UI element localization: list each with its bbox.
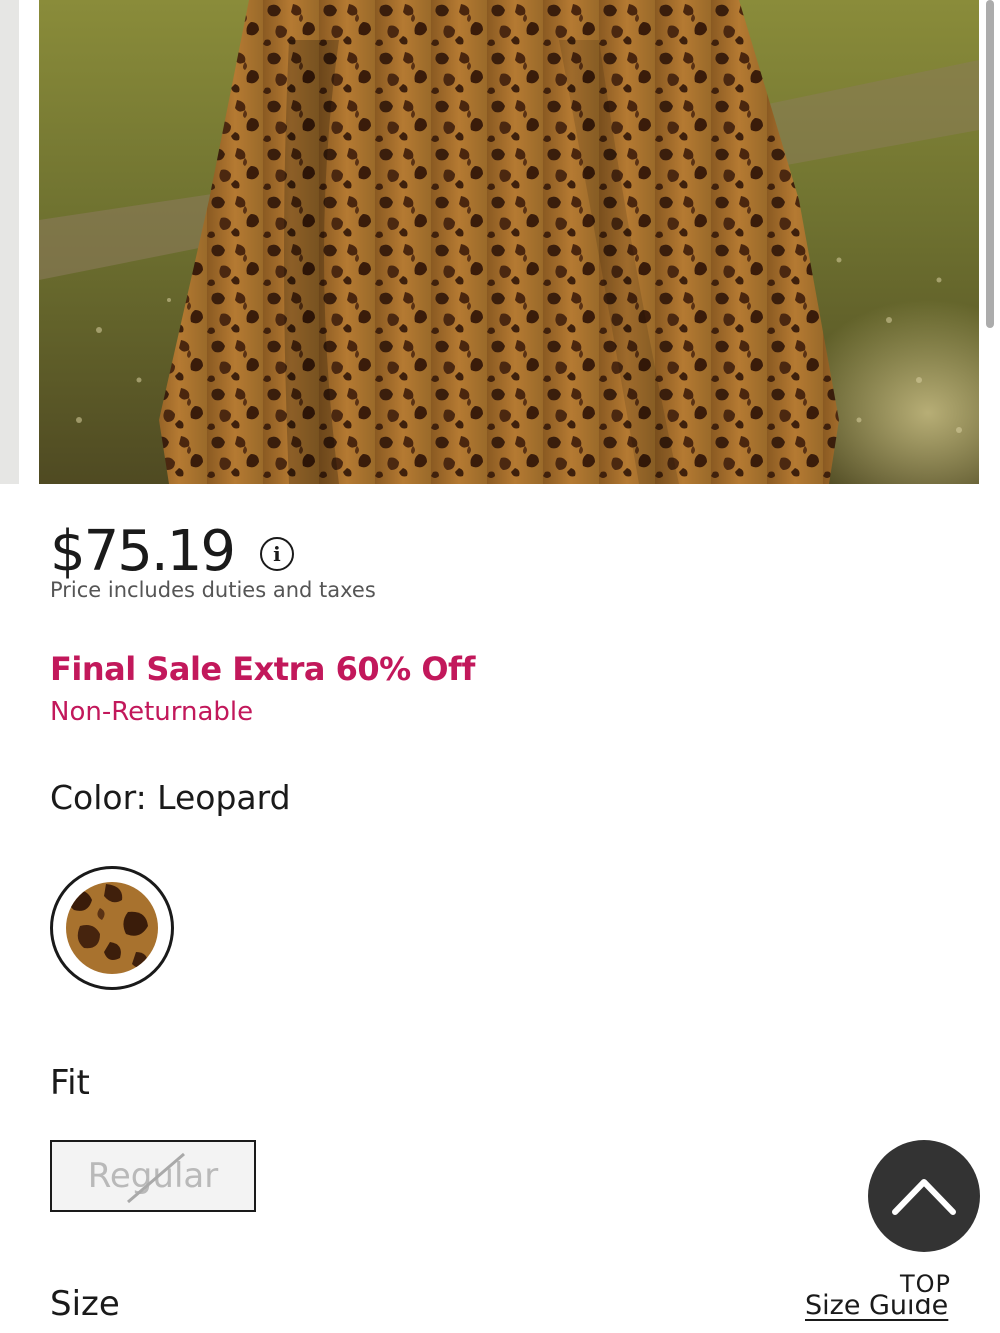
- price-note: Price includes duties and taxes: [50, 578, 376, 602]
- back-to-top-button[interactable]: [868, 1140, 980, 1252]
- product-image-carousel[interactable]: [0, 0, 1000, 484]
- info-icon[interactable]: i: [259, 537, 294, 571]
- fit-label: Fit: [50, 1063, 90, 1103]
- sale-subtitle: Non-Returnable: [50, 697, 254, 727]
- unavailable-strike-icon: [127, 1152, 185, 1204]
- previous-image-edge[interactable]: [0, 0, 19, 484]
- product-price: $75.19: [50, 519, 236, 584]
- back-to-top-label[interactable]: TOP: [898, 1270, 954, 1298]
- chevron-up-icon: [892, 1179, 956, 1215]
- leopard-swatch-image: [66, 882, 158, 974]
- sale-title: Final Sale Extra 60% Off: [50, 650, 475, 688]
- page-scrollbar[interactable]: [986, 0, 994, 328]
- price-row: $75.19 i: [50, 520, 294, 584]
- product-image: [39, 0, 979, 484]
- size-label: Size: [50, 1284, 120, 1324]
- color-swatch-leopard[interactable]: [50, 866, 174, 990]
- fit-option-regular[interactable]: Regular: [50, 1140, 256, 1212]
- color-label: Color: Leopard: [50, 778, 291, 817]
